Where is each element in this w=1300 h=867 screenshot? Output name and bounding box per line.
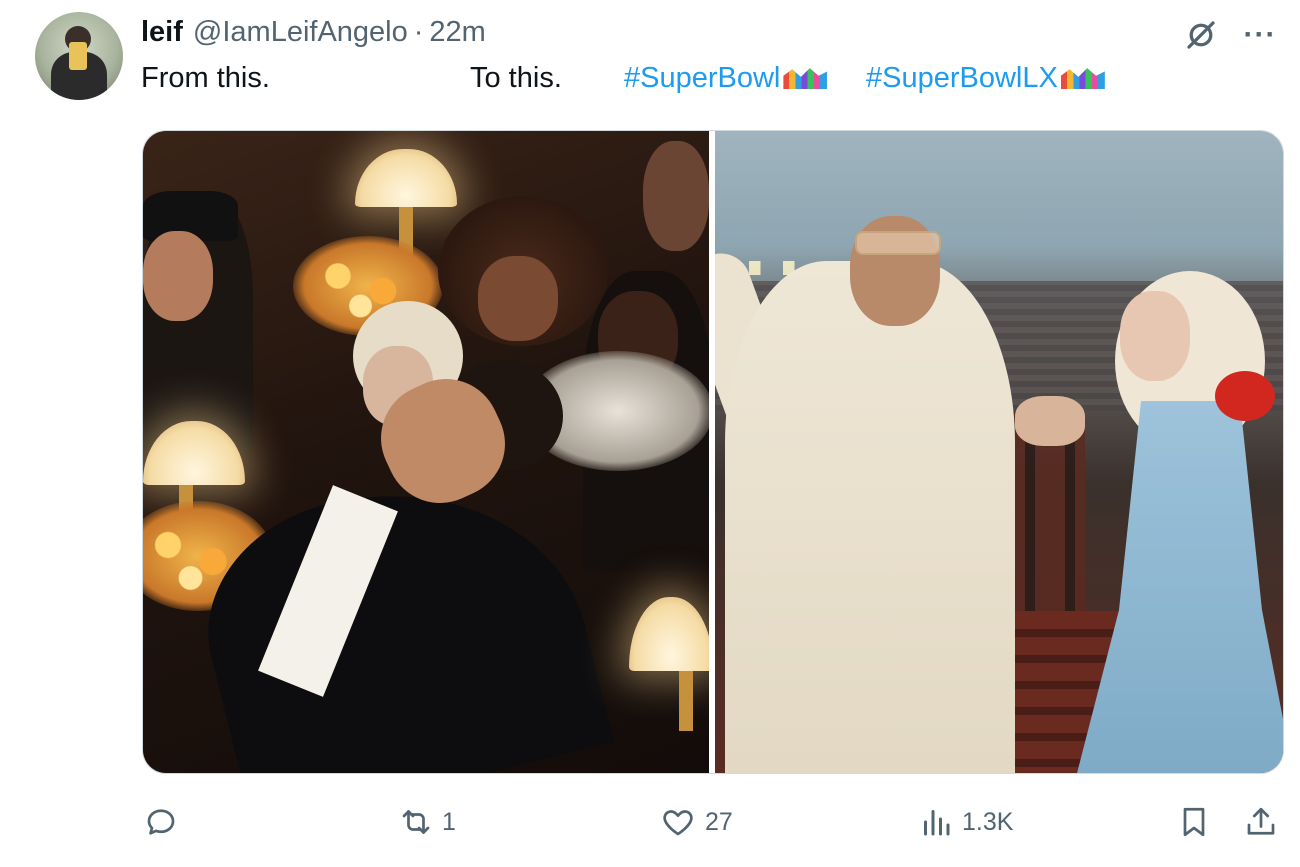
photo-shape xyxy=(182,450,614,773)
photo-shape xyxy=(143,231,213,321)
photo-shape xyxy=(478,256,558,341)
photo-shape xyxy=(855,231,941,255)
tweet-header: leif @IamLeifAngelo · 22m xyxy=(141,16,486,52)
photo-lamp xyxy=(355,149,457,207)
more-options-icon[interactable]: ··· xyxy=(1238,14,1282,56)
photo-shape xyxy=(1215,371,1275,421)
like-button[interactable]: 27 xyxy=(659,802,733,842)
views-count: 1.3K xyxy=(962,807,1014,836)
media-photo-left[interactable] xyxy=(143,131,709,773)
reply-icon xyxy=(147,809,175,835)
tweet-text-from: From this. xyxy=(141,62,270,94)
share-icon xyxy=(1247,807,1275,835)
tweet-media[interactable] xyxy=(142,130,1284,774)
like-count: 27 xyxy=(705,807,733,836)
superbowl-emoji-icon xyxy=(783,68,828,89)
action-bar: 1 27 1.3K xyxy=(0,790,1300,860)
photo-shape xyxy=(1120,291,1190,381)
hashtag-superbowl[interactable]: #SuperBowl xyxy=(624,62,828,95)
avatar[interactable] xyxy=(35,12,123,100)
photo-shape xyxy=(1075,401,1283,773)
hashtag-superbowllx[interactable]: #SuperBowlLX xyxy=(866,62,1105,95)
views-icon xyxy=(924,810,950,836)
heart-icon xyxy=(663,810,693,836)
photo-lamp xyxy=(629,597,709,671)
retweet-icon xyxy=(402,810,430,834)
media-photo-right[interactable] xyxy=(715,131,1283,773)
grok-icon[interactable] xyxy=(1180,14,1222,56)
reply-button[interactable] xyxy=(143,802,187,842)
photo-shape xyxy=(1015,396,1085,446)
avatar-phone xyxy=(69,42,87,70)
photo-shape xyxy=(679,671,693,731)
hashtag-superbowl-label: #SuperBowl xyxy=(624,62,781,94)
share-button[interactable] xyxy=(1243,802,1279,842)
tweet[interactable]: leif @IamLeifAngelo · 22m ··· From this.… xyxy=(0,0,1300,867)
separator-dot: · xyxy=(413,16,424,48)
user-handle[interactable]: @IamLeifAngelo xyxy=(193,16,408,49)
retweet-count: 1 xyxy=(442,807,456,836)
photo-shape xyxy=(643,141,709,251)
views-button[interactable]: 1.3K xyxy=(918,802,1013,842)
hashtag-superbowllx-label: #SuperBowlLX xyxy=(866,62,1058,94)
bookmark-button[interactable] xyxy=(1176,802,1212,842)
superbowl-emoji-icon xyxy=(1060,68,1105,89)
tweet-text-to: To this. xyxy=(470,62,562,94)
bookmark-icon xyxy=(1183,807,1205,837)
timestamp[interactable]: 22m xyxy=(429,16,485,49)
retweet-button[interactable]: 1 xyxy=(398,802,456,842)
photo-shape xyxy=(725,261,1015,773)
display-name[interactable]: leif xyxy=(141,16,183,49)
